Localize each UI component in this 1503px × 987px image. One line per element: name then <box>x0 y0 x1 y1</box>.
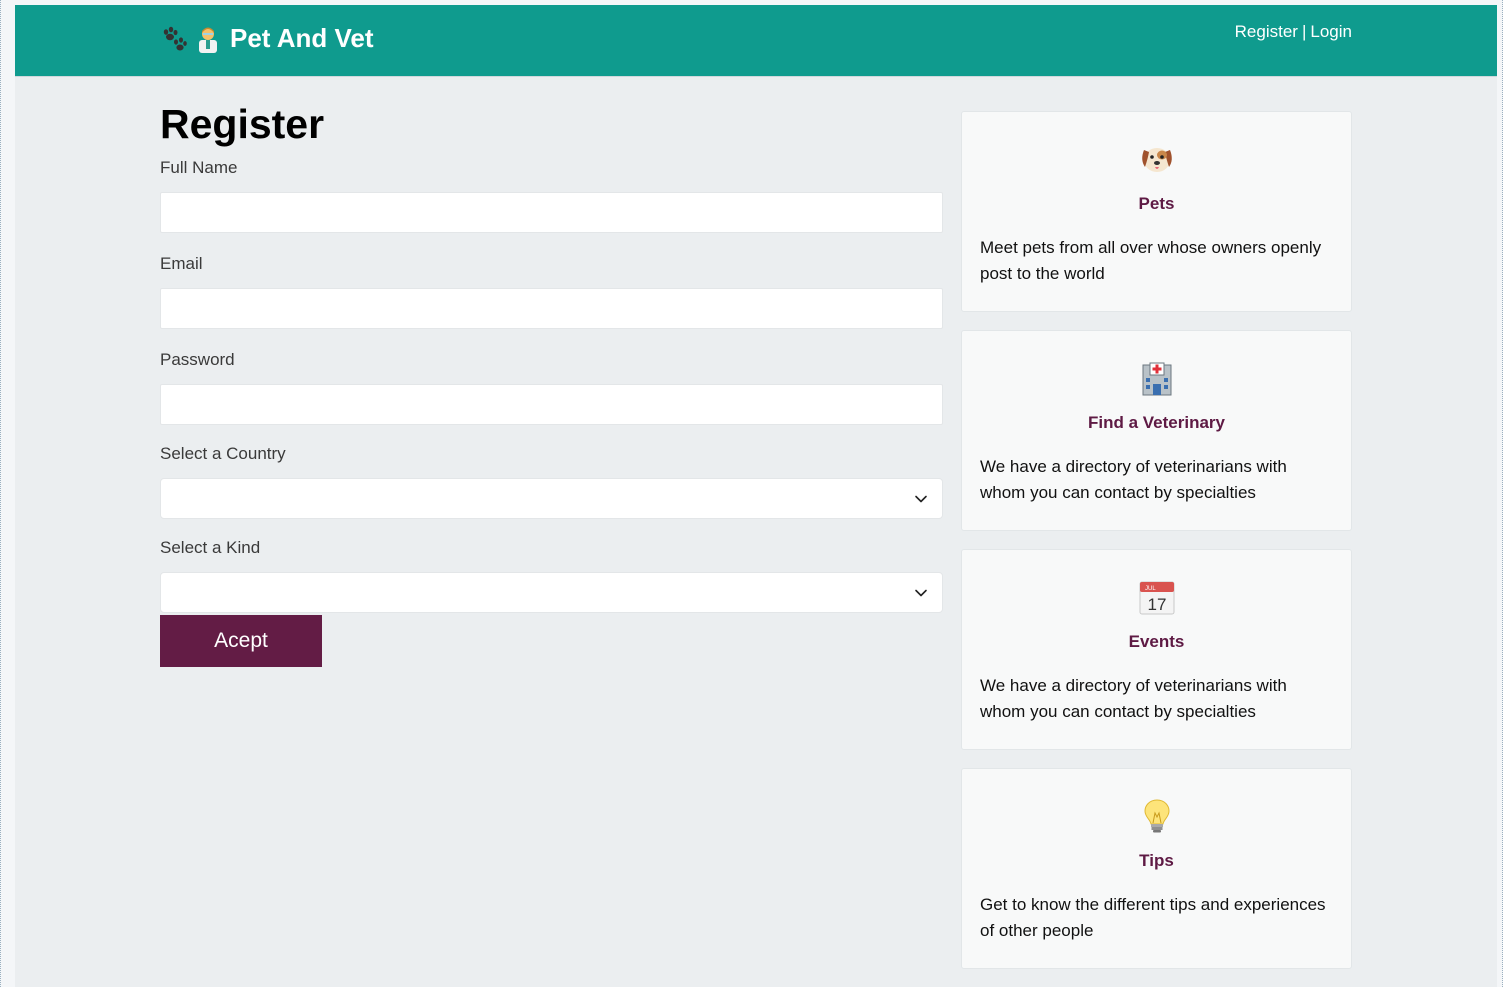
card-text: Get to know the different tips and exper… <box>980 895 1326 940</box>
hospital-icon <box>1142 362 1171 396</box>
email-input[interactable] <box>160 288 943 329</box>
kind-label: Select a Kind <box>160 538 261 557</box>
veterinarian-icon <box>199 27 217 53</box>
card-text: Meet pets from all over whose owners ope… <box>980 238 1322 283</box>
full-name-input[interactable] <box>160 192 943 233</box>
country-label: Select a Country <box>160 444 286 463</box>
card-text: We have a directory of veterinarians wit… <box>980 676 1287 721</box>
chevron-down-icon <box>915 495 927 503</box>
card-title: Pets <box>1138 194 1175 213</box>
paw-prints-icon <box>163 26 187 50</box>
register-form: Register Full Name Email Password Select… <box>160 99 943 667</box>
accept-button[interactable]: Acept <box>160 615 322 667</box>
calendar-icon: JUL 17 <box>1139 581 1174 615</box>
card-tips[interactable]: Tips Get to know the different tips and … <box>961 768 1352 969</box>
dog-face-icon <box>1141 148 1172 172</box>
brand-name: Pet And Vet <box>230 23 374 53</box>
password-input[interactable] <box>160 384 943 425</box>
card-title: Find a Veterinary <box>1088 413 1225 432</box>
auth-separator: | <box>1301 22 1307 41</box>
card-find-veterinary[interactable]: Find a Veterinary We have a directory of… <box>961 330 1352 531</box>
svg-text:17: 17 <box>1147 595 1166 614</box>
top-navbar: Pet And Vet Register | Login <box>15 5 1497 77</box>
card-events[interactable]: JUL 17 Events We have a directory of vet… <box>961 549 1352 750</box>
page-title: Register <box>160 101 325 147</box>
svg-text:JUL: JUL <box>1145 586 1156 592</box>
password-label: Password <box>160 350 235 369</box>
country-select[interactable] <box>160 478 943 519</box>
brand-link[interactable]: Pet And Vet <box>160 23 374 54</box>
light-bulb-icon <box>1143 799 1170 833</box>
kind-select[interactable] <box>160 572 943 613</box>
login-link[interactable]: Login <box>1310 22 1352 41</box>
card-text: We have a directory of veterinarians wit… <box>980 457 1287 502</box>
feature-cards: Pets Meet pets from all over whose owner… <box>961 111 1352 987</box>
full-name-label: Full Name <box>160 158 238 177</box>
frame-edge-left <box>0 0 2 987</box>
chevron-down-icon <box>915 589 927 597</box>
card-title: Tips <box>1139 851 1174 870</box>
email-label: Email <box>160 254 203 273</box>
card-pets[interactable]: Pets Meet pets from all over whose owner… <box>961 111 1352 312</box>
app-window: Pet And Vet Register | Login Register Full… <box>15 5 1497 987</box>
card-title: Events <box>1128 632 1185 651</box>
auth-links: Register | Login <box>1235 22 1352 42</box>
register-link[interactable]: Register <box>1235 22 1298 41</box>
